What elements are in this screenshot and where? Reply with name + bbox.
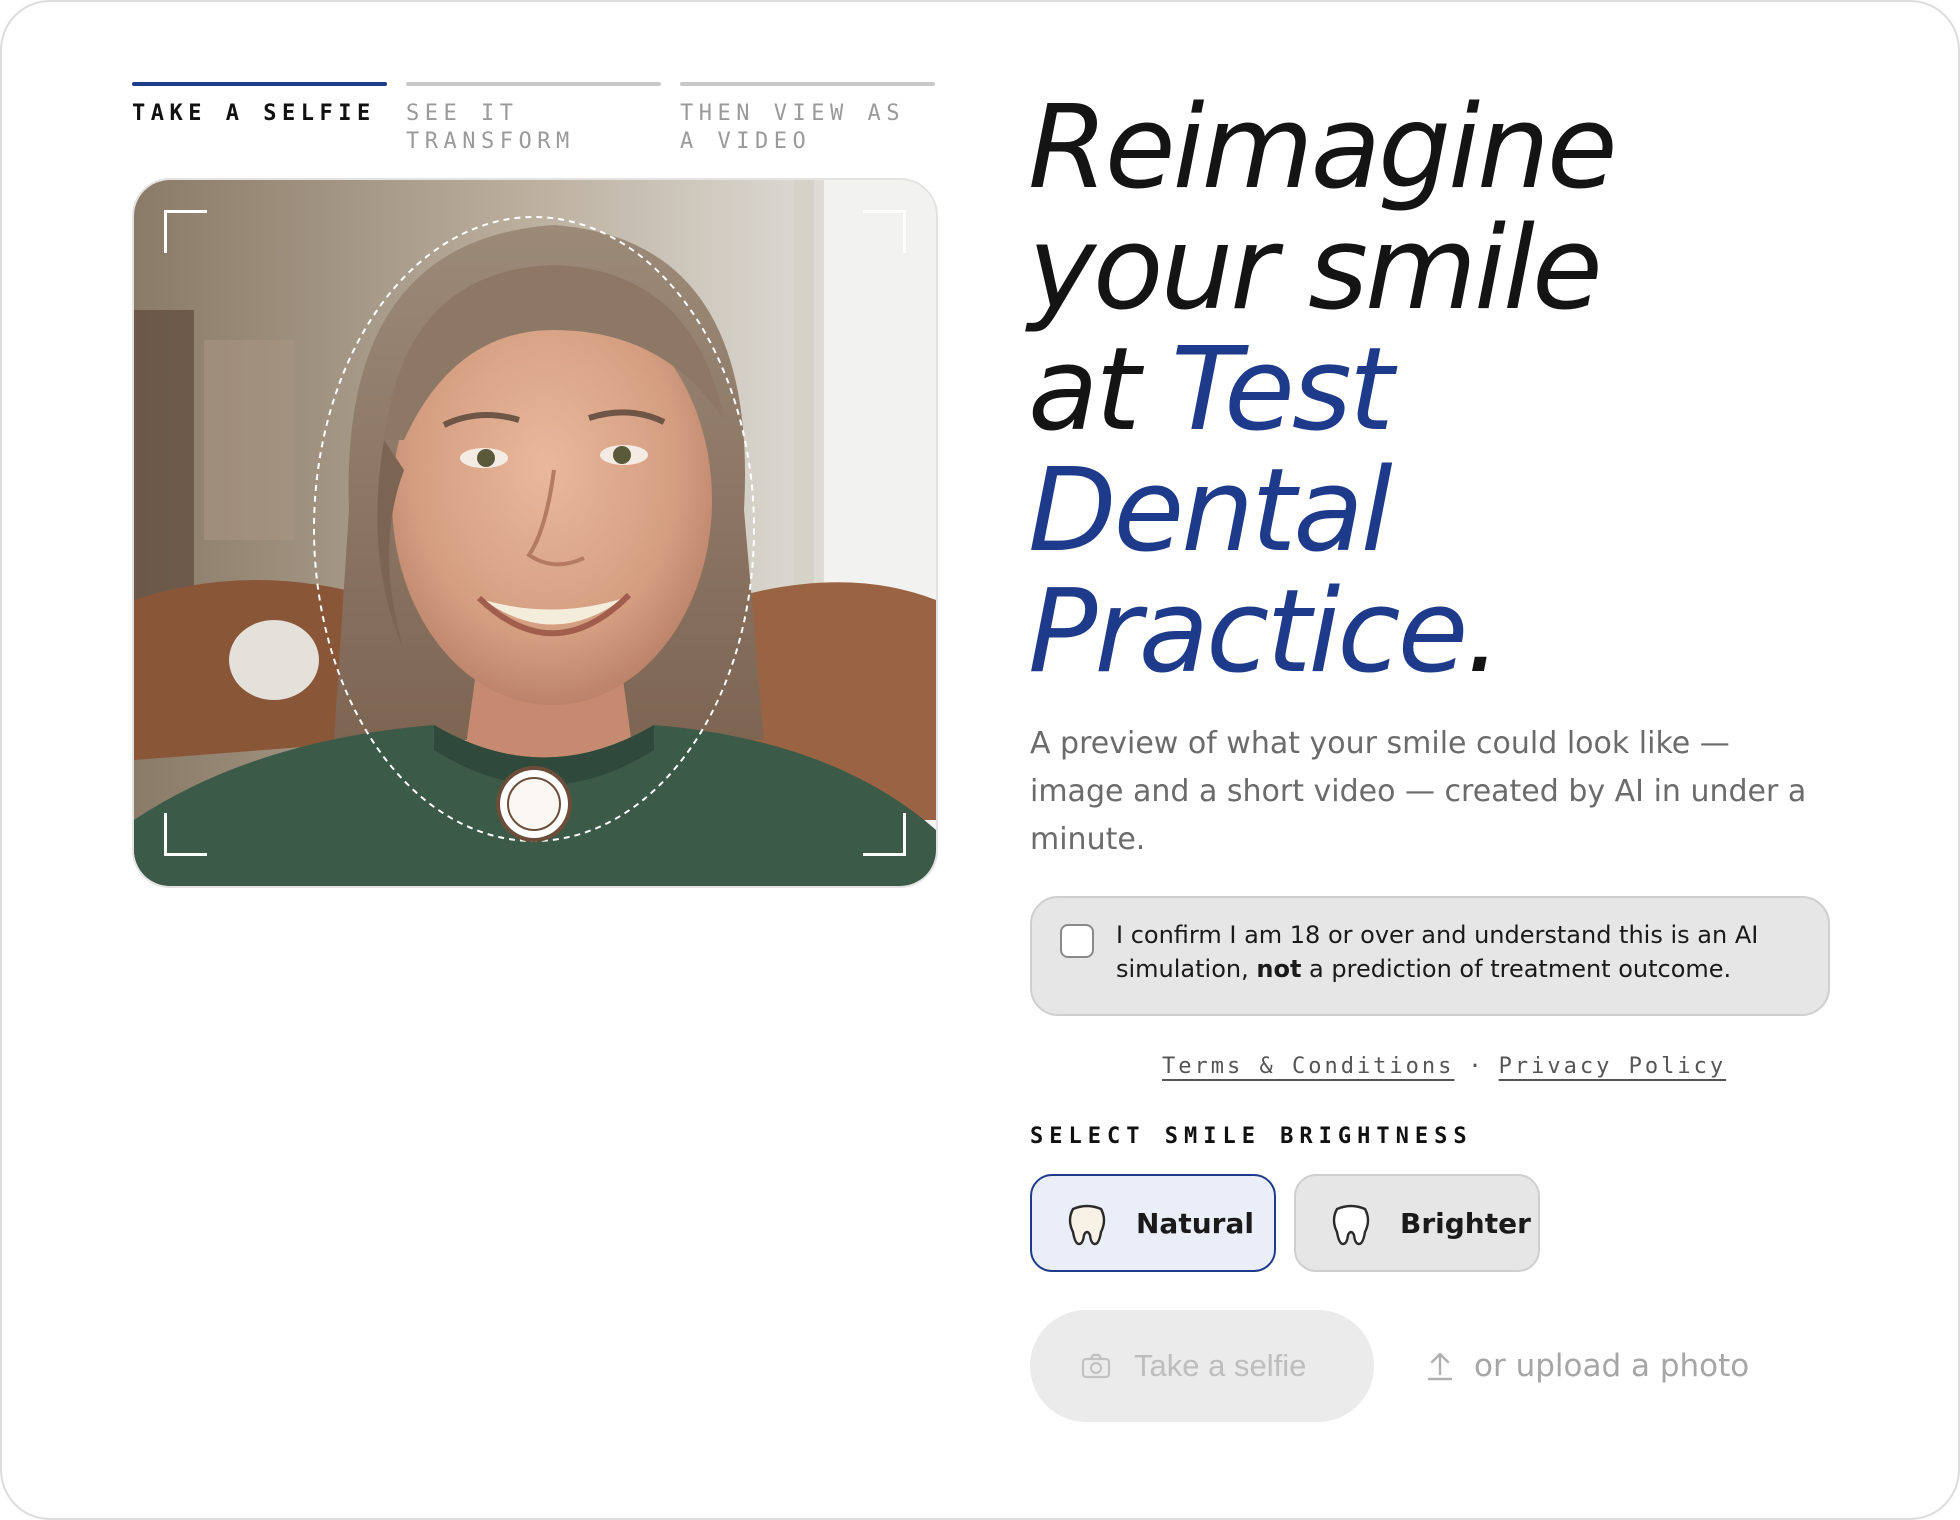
brightness-section-label: SELECT SMILE BRIGHTNESS [1030,1124,1473,1149]
frame-corner [863,813,906,856]
privacy-link[interactable]: Privacy Policy [1499,1054,1726,1079]
terms-link[interactable]: Terms & Conditions [1162,1054,1454,1079]
brightness-option-natural[interactable]: Natural [1030,1174,1276,1272]
headline-accent-test: Test [1171,323,1394,457]
step-progress-bar [132,82,387,86]
legal-separator: · [1468,1054,1485,1079]
frame-corner [164,210,207,253]
headline-line-1: Reimagine [1028,81,1618,215]
headline-line-3-prefix: at [1028,323,1172,457]
take-selfie-button[interactable]: Take a selfie [1030,1310,1374,1422]
age-consent-text: I confirm I am 18 or over and understand… [1116,918,1806,986]
step-label: TAKE A SELFIE [132,101,376,126]
upload-photo-label: or upload a photo [1474,1348,1750,1384]
step-indicator: TAKE A SELFIE SEE IT TRANSFORM THEN VIEW… [132,82,935,162]
age-consent-panel: I confirm I am 18 or over and understand… [1030,896,1830,1016]
step-label: SEE IT TRANSFORM [406,101,575,154]
tooth-icon [1332,1204,1370,1246]
camera-preview [132,178,938,888]
consent-text-after: a prediction of treatment outcome. [1301,955,1732,983]
headline-line-2: your smile [1028,202,1603,336]
frame-corner [164,813,207,856]
step-view-video: THEN VIEW AS A VIDEO [680,82,935,156]
headline-accent-practice: Practice [1028,565,1468,699]
step-take-selfie: TAKE A SELFIE [132,82,387,128]
selfie-card: TAKE A SELFIE SEE IT TRANSFORM THEN VIEW… [0,0,1960,1520]
brightness-option-brighter[interactable]: Brighter [1294,1174,1540,1272]
consent-text-emphasis: not [1256,955,1302,983]
page-title: Reimagine your smile at Test Dental Practice… [1028,88,1788,693]
brightness-option-label: Natural [1136,1207,1254,1240]
headline-accent-dental: Dental [1028,444,1393,578]
step-progress-bar [680,82,935,86]
headline-period: . [1465,565,1502,699]
shutter-button[interactable] [496,766,572,842]
step-label: THEN VIEW AS A VIDEO [680,101,905,154]
tooth-icon [1068,1204,1106,1246]
frame-corner [863,210,906,253]
page-subtitle: A preview of what your smile could look … [1030,726,1807,857]
step-progress-bar [406,82,661,86]
step-see-transform: SEE IT TRANSFORM [406,82,661,156]
camera-icon [1081,1353,1111,1379]
legal-links: Terms & Conditions · Privacy Policy [1162,1054,1726,1079]
upload-icon [1427,1352,1453,1381]
take-selfie-label: Take a selfie [1134,1348,1307,1383]
age-consent-checkbox[interactable] [1060,924,1094,958]
brightness-option-label: Brighter [1400,1207,1531,1240]
